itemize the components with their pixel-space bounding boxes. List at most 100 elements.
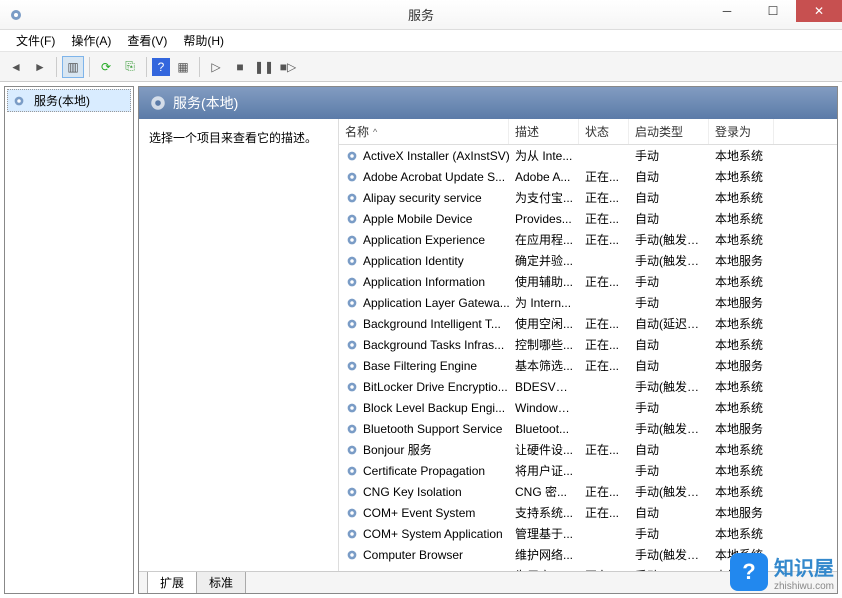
- service-startup: 手动(触发器...: [629, 251, 709, 270]
- menu-file[interactable]: 文件(F): [8, 30, 63, 51]
- service-name: COM+ System Application: [363, 527, 503, 541]
- service-name: Background Tasks Infras...: [363, 338, 504, 352]
- service-desc: 支持系统...: [509, 503, 579, 522]
- service-logon: 本地服务: [709, 251, 774, 270]
- description-hint: 选择一个项目来查看它的描述。: [149, 131, 317, 145]
- tree-item-services-local[interactable]: 服务(本地): [7, 89, 131, 112]
- gear-icon: [345, 191, 359, 205]
- service-row[interactable]: Bluetooth Support ServiceBluetoot...手动(触…: [339, 418, 837, 439]
- service-row[interactable]: BitLocker Drive Encryptio...BDESVC ... 手动…: [339, 376, 837, 397]
- service-desc: 为 Intern...: [509, 293, 579, 312]
- service-row[interactable]: Application Experience在应用程...正在...手动(触发器…: [339, 229, 837, 250]
- service-name: Base Filtering Engine: [363, 359, 477, 373]
- show-hide-tree-button[interactable]: ▥: [62, 56, 84, 78]
- service-row[interactable]: Base Filtering Engine基本筛选...正在...自动本地服务: [339, 355, 837, 376]
- service-row[interactable]: Block Level Backup Engi...Windows...手动本地…: [339, 397, 837, 418]
- start-service-button[interactable]: ▷: [205, 56, 227, 78]
- tree-item-label: 服务(本地): [34, 92, 90, 109]
- service-row[interactable]: Bonjour 服务让硬件设...正在...自动本地系统: [339, 439, 837, 460]
- service-desc: 为支付宝...: [509, 188, 579, 207]
- service-status: 正在...: [579, 335, 629, 354]
- service-startup: 自动: [629, 356, 709, 375]
- restart-service-button[interactable]: ■▷: [277, 56, 299, 78]
- service-name: Computer Browser: [363, 548, 463, 562]
- service-status: 正在...: [579, 482, 629, 501]
- service-desc: CNG 密...: [509, 482, 579, 501]
- tab-extended[interactable]: 扩展: [147, 572, 197, 594]
- service-logon: 本地系统: [709, 335, 774, 354]
- service-name: Bluetooth Support Service: [363, 422, 502, 436]
- service-status: 正在...: [579, 314, 629, 333]
- service-logon: 本地系统: [709, 230, 774, 249]
- menu-action[interactable]: 操作(A): [63, 30, 119, 51]
- service-desc: 控制哪些...: [509, 335, 579, 354]
- service-name: BitLocker Drive Encryptio...: [363, 380, 508, 394]
- gear-icon: [12, 94, 26, 108]
- maximize-button[interactable]: ☐: [750, 0, 796, 22]
- service-desc: 使用辅助...: [509, 272, 579, 291]
- service-row[interactable]: Alipay security service为支付宝...正在...自动本地系…: [339, 187, 837, 208]
- services-icon: [8, 7, 24, 23]
- pause-service-button[interactable]: ❚❚: [253, 56, 275, 78]
- back-button[interactable]: ◄: [5, 56, 27, 78]
- service-logon: 本地系统: [709, 209, 774, 228]
- description-panel: 选择一个项目来查看它的描述。: [139, 119, 339, 571]
- column-description[interactable]: 描述: [509, 119, 579, 144]
- service-desc: Bluetoot...: [509, 421, 579, 437]
- menu-view[interactable]: 查看(V): [119, 30, 175, 51]
- service-row[interactable]: ActiveX Installer (AxInstSV)为从 Inte...手动…: [339, 145, 837, 166]
- service-row[interactable]: Apple Mobile DeviceProvides...正在...自动本地系…: [339, 208, 837, 229]
- column-status[interactable]: 状态: [579, 119, 629, 144]
- service-row[interactable]: Adobe Acrobat Update S...Adobe A...正在...…: [339, 166, 837, 187]
- service-status: [579, 470, 629, 472]
- column-name[interactable]: 名称^: [339, 119, 509, 144]
- separator: [199, 57, 200, 77]
- service-row[interactable]: COM+ Event System支持系统...正在...自动本地服务: [339, 502, 837, 523]
- service-row[interactable]: Application Identity确定并验...手动(触发器...本地服务: [339, 250, 837, 271]
- service-row[interactable]: Background Tasks Infras...控制哪些...正在...自动…: [339, 334, 837, 355]
- service-desc: 将用户证...: [509, 461, 579, 480]
- menubar: 文件(F) 操作(A) 查看(V) 帮助(H): [0, 30, 842, 52]
- service-row[interactable]: Application Information使用辅助...正在...手动本地系…: [339, 271, 837, 292]
- service-name: Apple Mobile Device: [363, 212, 472, 226]
- minimize-button[interactable]: ─: [704, 0, 750, 22]
- service-row[interactable]: Application Layer Gatewa...为 Intern...手动…: [339, 292, 837, 313]
- gear-icon: [345, 338, 359, 352]
- service-logon: 本地服务: [709, 356, 774, 375]
- menu-help[interactable]: 帮助(H): [175, 30, 232, 51]
- service-desc: Windows...: [509, 400, 579, 416]
- gear-icon: [345, 254, 359, 268]
- service-logon: 本地系统: [709, 188, 774, 207]
- service-row[interactable]: COM+ System Application管理基于...手动本地系统: [339, 523, 837, 544]
- service-row[interactable]: Background Intelligent T...使用空闲...正在...自…: [339, 313, 837, 334]
- service-startup: 手动(触发器...: [629, 545, 709, 564]
- gear-icon: [345, 380, 359, 394]
- service-logon: 本地系统: [709, 461, 774, 480]
- watermark-badge-icon: ?: [730, 553, 768, 591]
- service-name: Application Identity: [363, 254, 464, 268]
- service-row[interactable]: CNG Key IsolationCNG 密...正在...手动(触发器...本…: [339, 481, 837, 502]
- forward-button[interactable]: ►: [29, 56, 51, 78]
- close-button[interactable]: ✕: [796, 0, 842, 22]
- tab-standard[interactable]: 标准: [196, 572, 246, 594]
- help-button[interactable]: ?: [152, 58, 170, 76]
- service-startup: 手动: [629, 272, 709, 291]
- gear-icon: [345, 149, 359, 163]
- column-startup[interactable]: 启动类型: [629, 119, 709, 144]
- properties-button[interactable]: ▦: [172, 56, 194, 78]
- services-list[interactable]: 名称^ 描述 状态 启动类型 登录为 ActiveX Installer (Ax…: [339, 119, 837, 571]
- service-desc: BDESVC ...: [509, 379, 579, 395]
- export-button[interactable]: ⎘: [119, 56, 141, 78]
- gear-icon: [345, 464, 359, 478]
- service-desc: 基本筛选...: [509, 356, 579, 375]
- service-status: 正在...: [579, 230, 629, 249]
- column-logon[interactable]: 登录为: [709, 119, 774, 144]
- service-row[interactable]: Certificate Propagation将用户证...手动本地系统: [339, 460, 837, 481]
- stop-service-button[interactable]: ■: [229, 56, 251, 78]
- service-status: 正在...: [579, 440, 629, 459]
- watermark: ? 知识屋 zhishiwu.com: [730, 552, 834, 592]
- service-startup: 手动(触发器...: [629, 377, 709, 396]
- service-startup: 自动: [629, 167, 709, 186]
- service-logon: 本地服务: [709, 503, 774, 522]
- refresh-button[interactable]: ⟳: [95, 56, 117, 78]
